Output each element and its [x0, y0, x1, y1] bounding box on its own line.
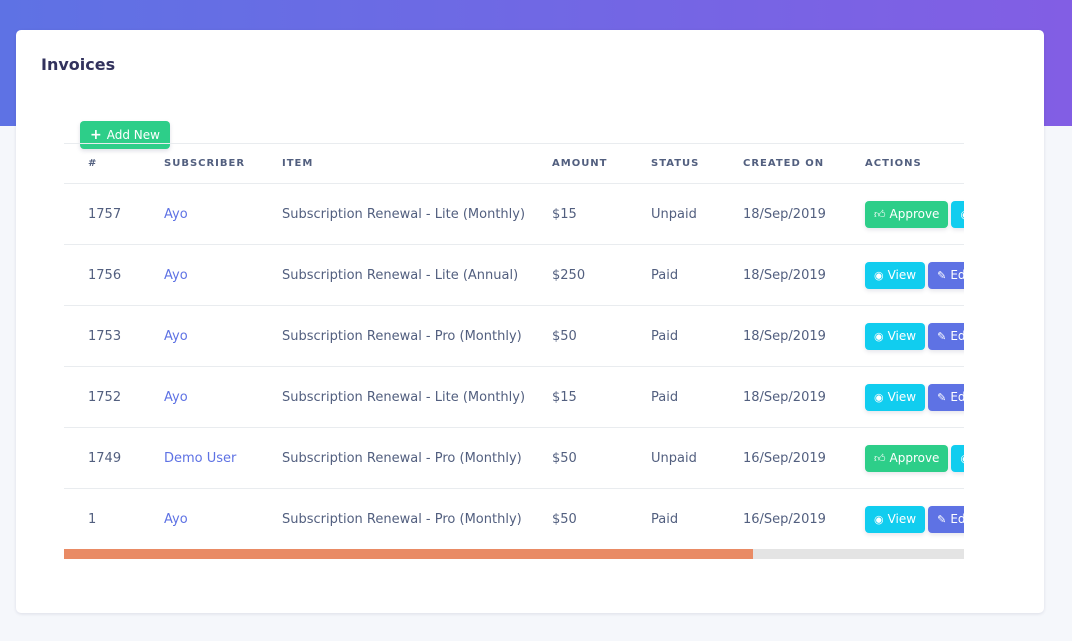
amount-cell: $50: [528, 488, 627, 550]
amount-cell: $15: [528, 183, 627, 245]
invoices-table: # SUBSCRIBER ITEM AMOUNT STATUS CREATED …: [64, 143, 964, 550]
invoice-id-cell: 1752: [64, 366, 140, 428]
view-button[interactable]: ◉View: [865, 383, 926, 411]
amount-cell: $250: [528, 244, 627, 306]
view-button[interactable]: ◉View: [865, 261, 926, 289]
actions-cell: ◉View✎Edit: [841, 244, 964, 306]
invoices-table-wrapper: # SUBSCRIBER ITEM AMOUNT STATUS CREATED …: [64, 143, 964, 559]
created-on-cell: 18/Sep/2019: [719, 244, 841, 306]
status-cell: Unpaid: [627, 183, 719, 245]
eye-icon: ◉: [874, 329, 884, 343]
status-cell: Paid: [627, 488, 719, 550]
edit-icon: ✎: [937, 512, 947, 526]
invoice-id-cell: 1: [64, 488, 140, 550]
eye-icon: ◉: [874, 390, 884, 404]
amount-cell: $50: [528, 305, 627, 367]
item-cell: Subscription Renewal - Pro (Monthly): [258, 305, 528, 367]
view-button[interactable]: ◉View: [951, 200, 964, 228]
horizontal-scrollbar[interactable]: [64, 549, 964, 559]
actions-cell: 👍︎Approve◉View: [841, 427, 964, 489]
approve-button[interactable]: 👍︎ Approve: [865, 444, 949, 472]
scrollbar-thumb[interactable]: [64, 549, 753, 559]
edit-icon: ✎: [937, 268, 947, 282]
table-body: 1757 Ayo Subscription Renewal - Lite (Mont…: [64, 183, 964, 550]
status-cell: Paid: [627, 244, 719, 306]
actions-cell: ◉View✎Edit: [841, 305, 964, 367]
subscriber-link[interactable]: Ayo: [140, 366, 258, 428]
table-row: 1757 Ayo Subscription Renewal - Lite (Mont…: [64, 183, 964, 245]
header-item: ITEM: [258, 143, 528, 184]
table-header-row: # SUBSCRIBER ITEM AMOUNT STATUS CREATED …: [64, 143, 964, 184]
item-cell: Subscription Renewal - Pro (Monthly): [258, 488, 528, 550]
eye-icon: ◉: [960, 453, 964, 464]
thumbs-up-icon: 👍︎: [874, 207, 886, 221]
edit-label: Edit: [950, 268, 964, 282]
item-cell: Subscription Renewal - Pro (Monthly): [258, 427, 528, 489]
view-label: View: [887, 329, 917, 343]
view-button[interactable]: ◉View: [865, 505, 926, 533]
actions-cell: ◉View✎Edit: [841, 488, 964, 550]
view-button[interactable]: ◉View: [865, 322, 926, 350]
created-on-cell: 18/Sep/2019: [719, 305, 841, 367]
item-cell: Subscription Renewal - Lite (Monthly): [258, 183, 528, 245]
header-created-on: CREATED ON: [719, 143, 841, 184]
edit-button[interactable]: ✎Edit: [928, 505, 964, 533]
item-cell: Subscription Renewal - Lite (Annual): [258, 244, 528, 306]
table-row: 1753 Ayo Subscription Renewal - Pro (Month…: [64, 305, 964, 367]
header-status: STATUS: [627, 143, 719, 184]
item-cell: Subscription Renewal - Lite (Monthly): [258, 366, 528, 428]
edit-button[interactable]: ✎Edit: [928, 383, 964, 411]
plus-icon: +: [90, 127, 102, 143]
actions-cell: 👍︎Approve◉View: [841, 183, 964, 245]
created-on-cell: 18/Sep/2019: [719, 183, 841, 245]
eye-icon: ◉: [874, 512, 884, 526]
edit-label: Edit: [950, 329, 964, 343]
subscriber-link[interactable]: Ayo: [140, 488, 258, 550]
table-row: 1756 Ayo Subscription Renewal - Lite (Annu…: [64, 244, 964, 306]
actions-cell: ◉View✎Edit: [841, 366, 964, 428]
header-amount: AMOUNT: [528, 143, 627, 184]
subscriber-link[interactable]: Ayo: [140, 244, 258, 306]
approve-label: Approve: [889, 451, 940, 465]
view-label: View: [887, 268, 917, 282]
table-row: 1749 Demo User Subscription Renewal - Pro …: [64, 427, 964, 489]
status-cell: Paid: [627, 305, 719, 367]
status-cell: Paid: [627, 366, 719, 428]
invoice-id-cell: 1757: [64, 183, 140, 245]
created-on-cell: 18/Sep/2019: [719, 366, 841, 428]
amount-cell: $15: [528, 366, 627, 428]
invoice-id-cell: 1749: [64, 427, 140, 489]
created-on-cell: 16/Sep/2019: [719, 488, 841, 550]
edit-icon: ✎: [937, 390, 947, 404]
table-row: 1 Ayo Subscription Renewal - Pro (Monthly)…: [64, 488, 964, 550]
approve-button[interactable]: 👍︎ Approve: [865, 200, 949, 228]
subscriber-link[interactable]: Ayo: [140, 305, 258, 367]
view-button[interactable]: ◉View: [951, 444, 964, 472]
subscriber-link[interactable]: Ayo: [140, 183, 258, 245]
edit-button[interactable]: ✎Edit: [928, 322, 964, 350]
invoice-id-cell: 1753: [64, 305, 140, 367]
add-new-label: Add New: [106, 128, 160, 142]
edit-label: Edit: [950, 512, 964, 526]
view-label: View: [887, 390, 917, 404]
view-label: View: [887, 512, 917, 526]
header-subscriber: SUBSCRIBER: [140, 143, 258, 184]
edit-label: Edit: [950, 390, 964, 404]
subscriber-link[interactable]: Demo User: [140, 427, 258, 489]
eye-icon: ◉: [960, 209, 964, 220]
invoice-id-cell: 1756: [64, 244, 140, 306]
header-id: #: [64, 143, 140, 184]
approve-label: Approve: [889, 207, 940, 221]
amount-cell: $50: [528, 427, 627, 489]
edit-icon: ✎: [937, 329, 947, 343]
card-title: Invoices: [41, 55, 116, 74]
status-cell: Unpaid: [627, 427, 719, 489]
header-actions: ACTIONS: [841, 143, 964, 184]
edit-button[interactable]: ✎Edit: [928, 261, 964, 289]
eye-icon: ◉: [874, 268, 884, 282]
created-on-cell: 16/Sep/2019: [719, 427, 841, 489]
table-row: 1752 Ayo Subscription Renewal - Lite (Mont…: [64, 366, 964, 428]
thumbs-up-icon: 👍︎: [874, 451, 886, 465]
